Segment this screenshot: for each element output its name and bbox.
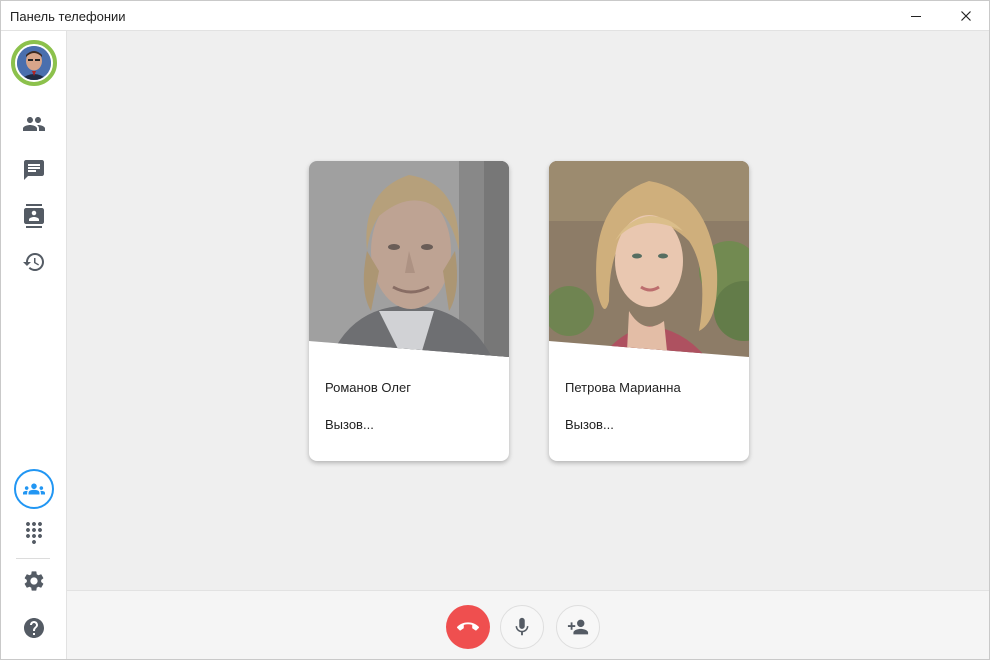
participant-card[interactable]: Петрова Марианна Вызов... xyxy=(549,161,749,461)
add-person-icon xyxy=(567,619,589,635)
window-title: Панель телефонии xyxy=(10,9,126,24)
sidebar-item-history[interactable] xyxy=(14,242,54,282)
participant-photo xyxy=(549,161,749,357)
conference-icon xyxy=(23,483,45,495)
hangup-icon xyxy=(457,622,479,631)
sidebar-item-chat[interactable] xyxy=(14,150,54,190)
mic-icon xyxy=(515,617,529,636)
help-icon xyxy=(24,618,44,638)
microphone-button[interactable] xyxy=(500,605,544,649)
contacts-book-icon xyxy=(24,204,44,228)
call-controls-bar xyxy=(67,590,989,659)
minimize-icon xyxy=(911,16,921,17)
chat-icon xyxy=(24,160,44,180)
sidebar-item-conference[interactable] xyxy=(14,469,54,509)
close-button[interactable] xyxy=(943,1,989,31)
participant-name: Петрова Марианна xyxy=(565,380,681,395)
sidebar-divider xyxy=(16,558,50,559)
participant-name: Романов Олег xyxy=(325,380,411,395)
sidebar-item-settings[interactable] xyxy=(14,561,54,601)
user-avatar[interactable] xyxy=(11,40,57,86)
participant-status: Вызов... xyxy=(325,417,374,432)
people-icon xyxy=(23,117,45,131)
add-participant-button[interactable] xyxy=(556,605,600,649)
participant-status: Вызов... xyxy=(565,417,614,432)
history-icon xyxy=(23,253,44,271)
title-bar: Панель телефонии xyxy=(1,1,989,31)
sidebar-item-dialpad[interactable] xyxy=(14,513,54,553)
close-icon xyxy=(961,11,971,21)
sidebar-item-people[interactable] xyxy=(14,104,54,144)
app-window: Панель телефонии Романов Олег Вызов... П… xyxy=(0,0,990,660)
minimize-button[interactable] xyxy=(893,1,939,31)
sidebar-item-help[interactable] xyxy=(14,608,54,648)
sidebar-item-contacts[interactable] xyxy=(14,196,54,236)
dialpad-icon xyxy=(26,522,42,544)
call-area: Романов Олег Вызов... Петрова Марианна В… xyxy=(67,31,989,591)
participant-photo xyxy=(309,161,509,357)
sidebar xyxy=(1,31,67,659)
avatar-photo xyxy=(17,46,51,80)
hangup-button[interactable] xyxy=(446,605,490,649)
gear-icon xyxy=(24,571,44,591)
participant-card[interactable]: Романов Олег Вызов... xyxy=(309,161,509,461)
